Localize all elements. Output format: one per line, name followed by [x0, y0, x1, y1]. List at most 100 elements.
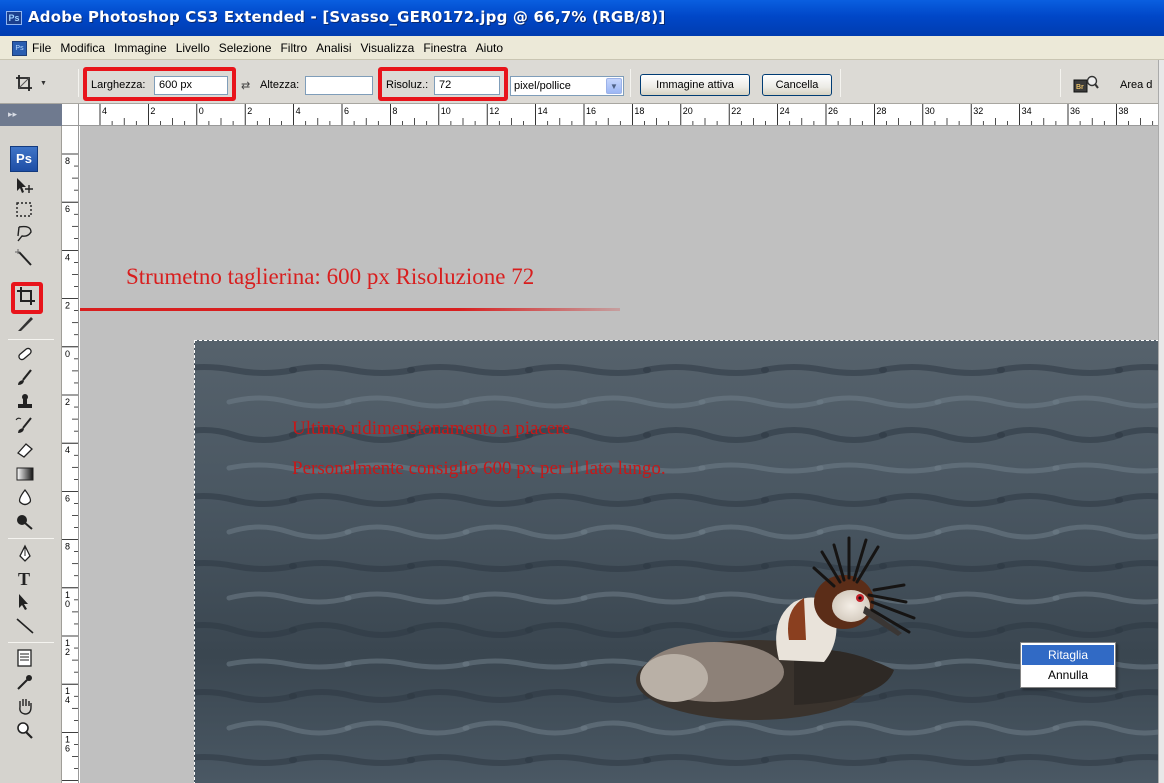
magic-wand-tool-icon[interactable]: [14, 248, 40, 270]
annotation-underline: [80, 308, 620, 311]
vertical-ruler[interactable]: 8642024681012141618: [62, 126, 79, 783]
dodge-tool-icon[interactable]: [14, 512, 40, 534]
menu-item-filtro[interactable]: Filtro: [280, 41, 307, 55]
path-selection-tool-icon[interactable]: [14, 592, 40, 614]
divider: [840, 69, 841, 97]
ruler-label: 30: [925, 106, 935, 116]
bridge-icon[interactable]: Br: [1073, 74, 1099, 94]
ruler-label: 8: [65, 156, 70, 166]
workspace-label[interactable]: Area d: [1120, 79, 1152, 91]
height-input[interactable]: [305, 76, 373, 95]
type-tool-icon[interactable]: T: [14, 568, 40, 590]
width-input[interactable]: 600 px: [154, 76, 228, 95]
ruler-label: 36: [1070, 106, 1080, 116]
swap-dimensions-icon[interactable]: ⇄: [241, 79, 250, 92]
toolbox: Ps T: [0, 126, 62, 783]
resize-note-line1: Ultimo ridimensionamento a piacere: [292, 418, 571, 439]
menu-bar: Ps File Modifica Immagine Livello Selezione F…: [0, 36, 1164, 60]
marquee-tool-icon[interactable]: [14, 200, 40, 222]
menu-item-visualizza[interactable]: Visualizza: [361, 41, 415, 55]
crop-tool-icon[interactable]: [15, 74, 33, 92]
ruler-label: 2: [65, 397, 70, 407]
menu-item-aiuto[interactable]: Aiuto: [476, 41, 503, 55]
resolution-unit-select[interactable]: pixel/pollice ▼: [510, 76, 624, 96]
height-label: Altezza:: [260, 79, 300, 91]
menu-item-modifica[interactable]: Modifica: [60, 41, 105, 55]
notes-tool-icon[interactable]: [14, 648, 40, 670]
ruler-origin[interactable]: [62, 104, 79, 126]
resize-note-line2: Personalmente consiglio 600 px per il la…: [292, 458, 666, 479]
options-bar: ▼ Larghezza: 600 px ⇄ Altezza: Risoluz.:…: [0, 60, 1164, 104]
menu-item-finestra[interactable]: Finestra: [423, 41, 466, 55]
ruler-label: 6: [344, 106, 349, 116]
lasso-tool-icon[interactable]: [14, 224, 40, 246]
pen-tool-icon[interactable]: [14, 544, 40, 566]
eyedropper-tool-icon[interactable]: [14, 672, 40, 694]
ruler-label: 6: [65, 493, 70, 503]
ruler-label: 2: [65, 301, 70, 311]
menu-item-immagine[interactable]: Immagine: [114, 41, 167, 55]
photoshop-logo[interactable]: Ps: [10, 146, 38, 172]
ruler-label: 28: [876, 106, 886, 116]
healing-brush-tool-icon[interactable]: [14, 344, 40, 366]
menu-item-livello[interactable]: Livello: [176, 41, 210, 55]
ruler-label: 4: [65, 252, 70, 262]
ruler-label: 4: [65, 445, 70, 455]
ruler-label: 18: [634, 106, 644, 116]
document-canvas[interactable]: Strumetno taglierina: 600 px Risoluzione…: [80, 126, 1158, 783]
eraser-tool-icon[interactable]: [14, 440, 40, 462]
chevron-down-icon[interactable]: ▼: [606, 78, 622, 94]
title-bar: Ps Adobe Photoshop CS3 Extended - [Svass…: [0, 0, 1164, 36]
menu-item-analisi[interactable]: Analisi: [316, 41, 351, 55]
clear-button[interactable]: Cancella: [762, 74, 832, 96]
slice-tool-icon[interactable]: [14, 314, 40, 336]
resolution-unit-value: pixel/pollice: [514, 80, 571, 92]
menu-item-file[interactable]: File: [32, 41, 51, 55]
ruler-row: ▸▸ 4 2 0 2 4 6 8 10 12 14 16 18 20 22 24 26 28 30 32 34 36 38…: [0, 104, 1164, 126]
document-icon[interactable]: Ps: [12, 41, 27, 56]
resolution-input[interactable]: 72: [434, 76, 500, 95]
ruler-label: 12: [489, 106, 499, 116]
context-menu-item-crop[interactable]: Ritaglia: [1022, 645, 1114, 665]
ruler-label: 34: [1022, 106, 1032, 116]
width-label: Larghezza:: [91, 79, 146, 91]
horizontal-ruler[interactable]: 420246810121416182022242628303234363840: [79, 104, 1164, 126]
blur-tool-icon[interactable]: [14, 488, 40, 510]
divider: [8, 538, 54, 539]
clone-stamp-tool-icon[interactable]: [14, 392, 40, 414]
divider: [1060, 69, 1061, 97]
tool-preset-dropdown-icon[interactable]: ▼: [40, 80, 47, 87]
menu-items: File Modifica Immagine Livello Selezione Filt…: [32, 41, 503, 55]
hand-tool-icon[interactable]: [14, 696, 40, 718]
crop-tool-annotation: Strumetno taglierina: 600 px Risoluzione…: [126, 264, 535, 289]
ruler-label: 32: [973, 106, 983, 116]
grebe-photo: [194, 340, 1158, 783]
ruler-label: 0: [65, 349, 70, 359]
brush-tool-icon[interactable]: [14, 368, 40, 390]
window-right-edge: [1158, 60, 1164, 783]
divider: [630, 69, 631, 97]
crop-tool-icon[interactable]: [15, 286, 41, 308]
history-brush-tool-icon[interactable]: [14, 416, 40, 438]
menu-item-selezione[interactable]: Selezione: [219, 41, 272, 55]
ruler-label: 0: [65, 599, 70, 609]
ruler-label: 0: [199, 106, 204, 116]
svg-text:Br: Br: [1076, 84, 1084, 91]
ruler-label: 4: [296, 106, 301, 116]
gradient-tool-icon[interactable]: [14, 464, 40, 486]
zoom-tool-icon[interactable]: [14, 720, 40, 742]
ruler-label: 2: [150, 106, 155, 116]
context-menu-item-cancel[interactable]: Annulla: [1022, 665, 1114, 685]
move-tool-icon[interactable]: [14, 176, 40, 198]
ruler-label: 22: [731, 106, 741, 116]
crop-context-menu: Ritaglia Annulla: [1020, 642, 1116, 688]
ruler-label: 14: [538, 106, 548, 116]
line-tool-icon[interactable]: [14, 616, 40, 638]
front-image-button[interactable]: Immagine attiva: [640, 74, 750, 96]
ruler-label: 4: [65, 695, 70, 705]
ruler-label: 2: [65, 647, 70, 657]
toolbox-collapse-icon[interactable]: ▸▸: [0, 104, 62, 126]
ruler-label: 26: [828, 106, 838, 116]
resolution-label: Risoluz.:: [386, 79, 429, 91]
photoshop-app-icon[interactable]: Ps: [6, 11, 22, 25]
